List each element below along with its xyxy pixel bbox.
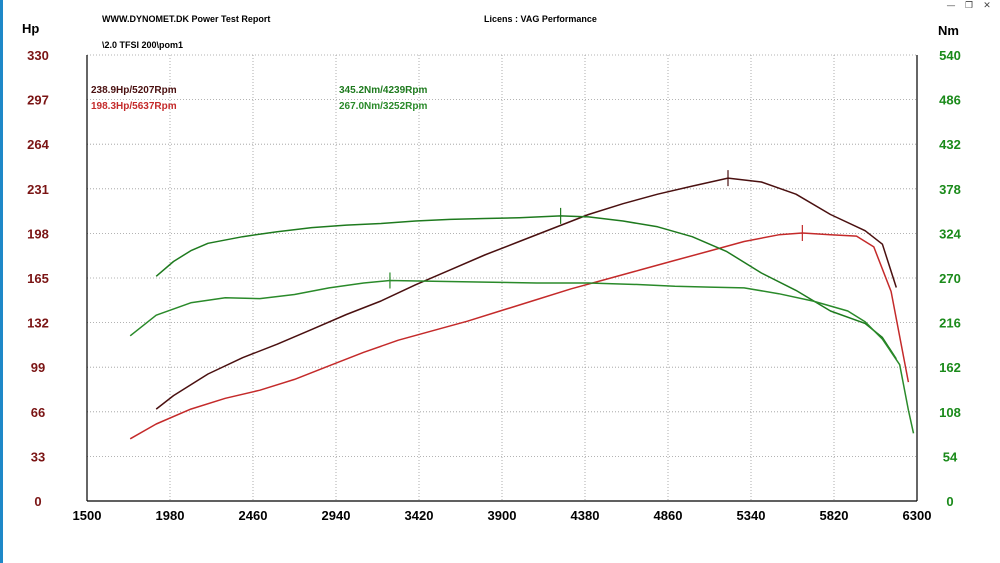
file-path: \2.0 TFSI 200\pom1 bbox=[102, 40, 183, 50]
y-right-tick-label: 378 bbox=[939, 182, 961, 197]
y-right-tick-label: 540 bbox=[939, 48, 961, 63]
x-tick-label: 5340 bbox=[737, 508, 766, 523]
nm-axis-label: Nm bbox=[938, 23, 959, 38]
y-left-tick-label: 297 bbox=[27, 93, 49, 108]
series-line-hp_tuned bbox=[155, 177, 898, 410]
y-left-tick-label: 132 bbox=[27, 316, 49, 331]
x-tick-label: 4380 bbox=[571, 508, 600, 523]
hp-axis-label: Hp bbox=[22, 21, 39, 36]
y-right-tick-label: 0 bbox=[946, 494, 953, 509]
series-line-hp_stock bbox=[129, 232, 910, 440]
y-right-tick-label: 108 bbox=[939, 405, 961, 420]
x-tick-label: 3900 bbox=[488, 508, 517, 523]
x-tick-label: 1500 bbox=[73, 508, 102, 523]
report-title: WWW.DYNOMET.DK Power Test Report bbox=[102, 14, 270, 24]
y-left-tick-label: 0 bbox=[34, 494, 41, 509]
y-left-tick-label: 330 bbox=[27, 48, 49, 63]
legend-hp-stock: 198.3Hp/5637Rpm bbox=[91, 101, 177, 112]
y-left-tick-label: 33 bbox=[31, 449, 45, 464]
legend-nm-tuned: 345.2Nm/4239Rpm bbox=[339, 85, 427, 96]
x-tick-label: 1980 bbox=[156, 508, 185, 523]
y-right-tick-label: 54 bbox=[943, 449, 958, 464]
legend-nm-stock: 267.0Nm/3252Rpm bbox=[339, 101, 427, 112]
y-left-tick-label: 264 bbox=[27, 137, 49, 152]
y-left-tick-label: 66 bbox=[31, 405, 45, 420]
y-right-tick-label: 324 bbox=[939, 226, 961, 241]
licens-label: Licens : VAG Performance bbox=[484, 14, 597, 24]
y-right-tick-label: 162 bbox=[939, 360, 961, 375]
series-line-nm_tuned bbox=[155, 215, 897, 360]
x-tick-label: 5820 bbox=[820, 508, 849, 523]
y-right-tick-label: 432 bbox=[939, 137, 961, 152]
dyno-chart: 0 33 66 99 132 165 198 231 264 297 330 0 54 108 162 216… bbox=[22, 14, 962, 523]
x-tick-label: 6300 bbox=[903, 508, 932, 523]
x-tick-label: 3420 bbox=[405, 508, 434, 523]
x-tick-label: 4860 bbox=[654, 508, 683, 523]
y-left-tick-label: 231 bbox=[27, 182, 49, 197]
y-right-tick-label: 486 bbox=[939, 93, 961, 108]
y-right-tick-label: 216 bbox=[939, 316, 961, 331]
y-left-tick-label: 198 bbox=[27, 226, 49, 241]
y-right-tick-label: 270 bbox=[939, 271, 961, 286]
header-text: Hp Nm WWW.DYNOMET.DK Power Test Report L… bbox=[22, 14, 959, 112]
y-left-tick-label: 99 bbox=[31, 360, 45, 375]
tick-labels: 0 33 66 99 132 165 198 231 264 297 330 0 54 108 162 216… bbox=[27, 48, 961, 523]
y-left-tick-label: 165 bbox=[27, 271, 49, 286]
x-tick-label: 2460 bbox=[239, 508, 268, 523]
grid bbox=[87, 54, 917, 501]
x-tick-label: 2940 bbox=[322, 508, 351, 523]
legend-hp-tuned: 238.9Hp/5207Rpm bbox=[91, 85, 177, 96]
series bbox=[129, 170, 915, 440]
